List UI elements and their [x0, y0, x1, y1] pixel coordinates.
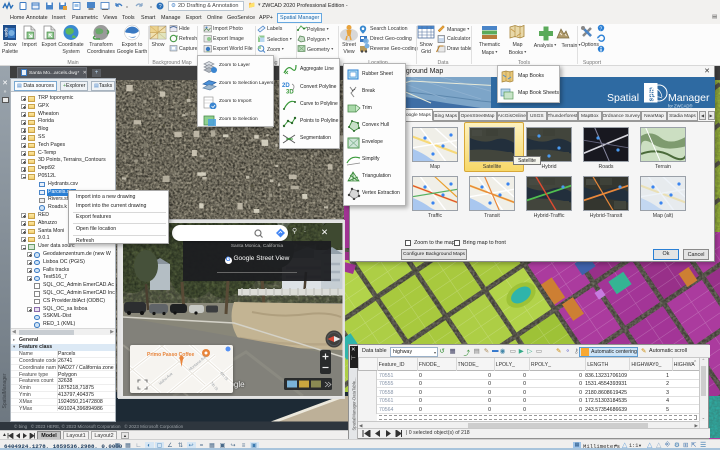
svg-text:Spatial: Spatial [607, 92, 639, 104]
svg-text:?: ? [599, 26, 602, 32]
svg-text:© bing © 2023 HERE, © 2023 M: © bing © 2023 HERE, © 2023 Microsoft Cor… [14, 423, 184, 429]
svg-text:Primo Passo Coffee: Primo Passo Coffee [147, 352, 194, 358]
svg-text:Manager: Manager [668, 92, 710, 104]
svg-text:7th St: 7th St [209, 381, 219, 392]
svg-text:2D: 2D [282, 83, 290, 89]
svg-text:?: ? [159, 4, 162, 10]
